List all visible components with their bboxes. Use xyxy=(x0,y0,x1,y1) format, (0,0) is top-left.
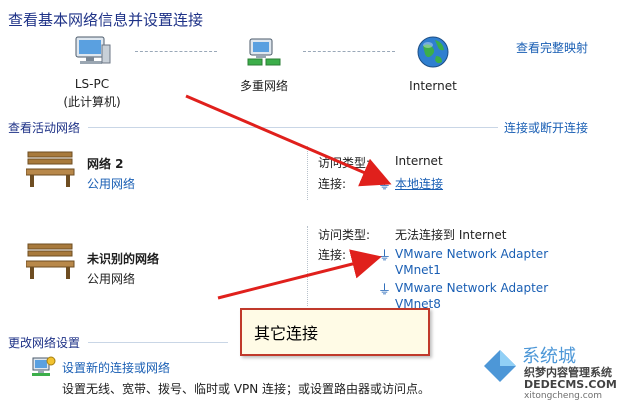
annotation-text: 其它连接 xyxy=(254,324,319,343)
watermark-line3: DEDECMS.COM xyxy=(524,378,617,391)
windows-logo-icon xyxy=(484,350,516,382)
arrow-to-vmware-adapters xyxy=(217,249,382,300)
annotation-callout: 其它连接 xyxy=(240,308,430,356)
watermark-logo: 系统城 织梦内容管理系统 DEDECMS.COM xitongcheng.com xyxy=(480,342,630,404)
watermark-line4: xitongcheng.com xyxy=(524,391,602,401)
arrow-to-local-connection xyxy=(185,94,392,187)
